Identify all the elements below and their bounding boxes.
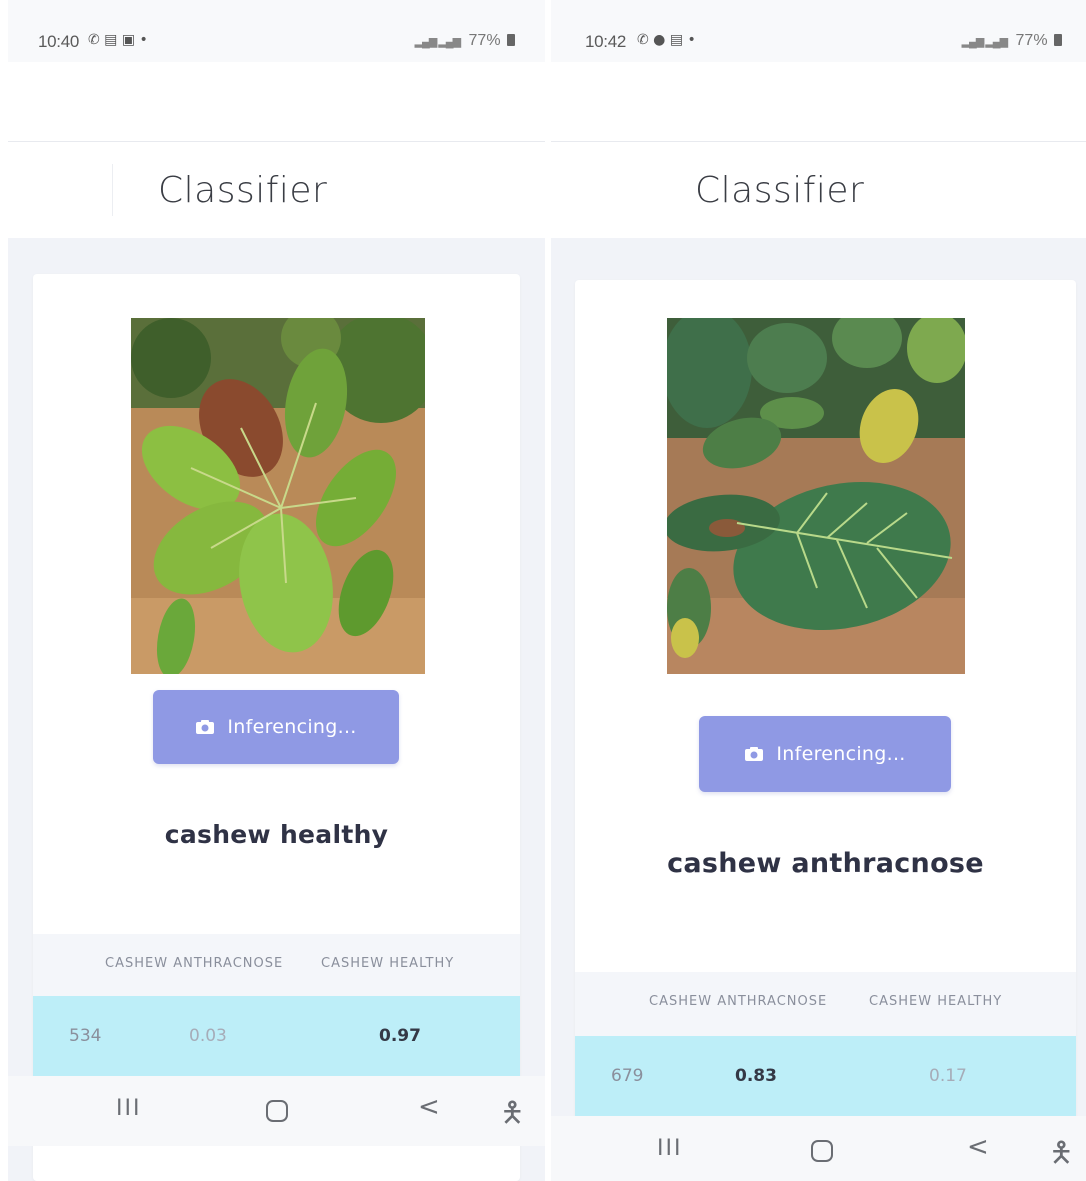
system-nav-bar: III < 🯅 [8, 1076, 545, 1146]
leaf-photo[interactable] [667, 318, 965, 674]
prediction-label: cashew healthy [164, 820, 389, 849]
back-button[interactable]: < [418, 1092, 440, 1122]
back-button[interactable]: < [967, 1132, 989, 1162]
accessibility-icon[interactable]: 🯅 [500, 1092, 525, 1140]
signal-icon: ▂▄▆ ▂▄▆ [961, 36, 1008, 48]
inferencing-button-label: Inferencing... [227, 716, 357, 738]
status-bar: 10:40 ✆ ▤ ▣ • ▂▄▆ ▂▄▆ 77% [8, 0, 545, 62]
battery-icon [1054, 34, 1062, 46]
status-right: ▂▄▆ ▂▄▆ 77% [415, 32, 515, 50]
battery-icon [507, 34, 515, 46]
main-content: Inferencing... cashew anthracnose CASHEW… [551, 238, 1086, 1181]
status-bar: 10:42 ✆ ● ▤ • ▂▄▆ ▂▄▆ 77% [551, 0, 1086, 62]
column-header-anthracnose: CASHEW ANTHRACNOSE [649, 994, 828, 1009]
camera-icon [196, 720, 215, 734]
table-row: 534 0.03 0.97 [33, 996, 520, 1076]
healthy-score: 0.17 [929, 1066, 967, 1086]
camera-icon [745, 747, 764, 761]
healthy-score: 0.97 [379, 1026, 421, 1046]
page-title: Classifier [695, 170, 865, 211]
classifier-card: Inferencing... cashew healthy CASHEW ANT… [33, 274, 520, 1181]
home-button[interactable] [266, 1100, 288, 1122]
recent-apps-button[interactable]: III [657, 1136, 682, 1161]
system-nav-bar: III < 🯅 [551, 1116, 1086, 1181]
header-divider [112, 164, 113, 216]
phone-screen-right: 10:42 ✆ ● ▤ • ▂▄▆ ▂▄▆ 77% Classifier Inf… [551, 0, 1086, 1181]
classifier-card: Inferencing... cashew anthracnose CASHEW… [575, 280, 1076, 1181]
battery-percent: 77% [468, 32, 501, 49]
app-bar-spacer [551, 62, 1086, 142]
row-id: 679 [611, 1066, 644, 1086]
inferencing-button[interactable]: Inferencing... [699, 716, 951, 792]
main-content: Inferencing... cashew healthy CASHEW ANT… [8, 238, 545, 1181]
column-header-anthracnose: CASHEW ANTHRACNOSE [105, 956, 284, 971]
status-time: 10:42 [585, 32, 627, 51]
signal-icon: ▂▄▆ ▂▄▆ [414, 36, 461, 48]
status-time: 10:40 [38, 32, 80, 51]
leaf-photo[interactable] [131, 318, 425, 674]
battery-percent: 77% [1015, 32, 1048, 49]
notification-icons: ✆ ● ▤ • [637, 32, 696, 48]
table-row: 679 0.83 0.17 [575, 1036, 1076, 1116]
recent-apps-button[interactable]: III [116, 1096, 141, 1121]
status-right: ▂▄▆ ▂▄▆ 77% [962, 32, 1062, 50]
header: Classifier [551, 142, 1086, 238]
column-header-healthy: CASHEW HEALTHY [321, 956, 455, 971]
notification-icons: ✆ ▤ ▣ • [88, 32, 148, 48]
home-button[interactable] [811, 1140, 833, 1162]
table-header: CASHEW ANTHRACNOSE CASHEW HEALTHY [575, 972, 1076, 1036]
inferencing-button[interactable]: Inferencing... [153, 690, 399, 764]
phone-screen-left: 10:40 ✆ ▤ ▣ • ▂▄▆ ▂▄▆ 77% Classifier Inf… [8, 0, 545, 1181]
anthracnose-score: 0.03 [189, 1026, 227, 1046]
row-id: 534 [69, 1026, 102, 1046]
accessibility-icon[interactable]: 🯅 [1049, 1132, 1074, 1180]
page-title: Classifier [158, 170, 328, 211]
leaf-photo-image [667, 318, 965, 674]
leaf-photo-image [131, 318, 425, 674]
table-header: CASHEW ANTHRACNOSE CASHEW HEALTHY [33, 934, 520, 996]
inferencing-button-label: Inferencing... [776, 743, 906, 765]
header: Classifier [8, 142, 545, 238]
app-bar-spacer [8, 62, 545, 142]
column-header-healthy: CASHEW HEALTHY [869, 994, 1003, 1009]
anthracnose-score: 0.83 [735, 1066, 777, 1086]
prediction-label: cashew anthracnose [667, 848, 984, 879]
